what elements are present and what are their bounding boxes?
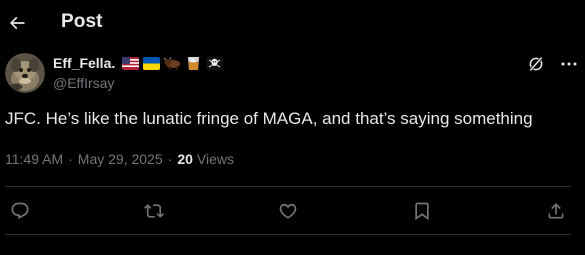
- divider-bottom: [5, 234, 571, 235]
- more-dots-icon: [561, 62, 577, 66]
- reply-button[interactable]: [5, 196, 35, 226]
- repost-button[interactable]: [139, 196, 169, 226]
- share-button[interactable]: [541, 196, 571, 226]
- bookmark-icon: [415, 202, 429, 221]
- meta-separator-2: ·: [167, 151, 173, 167]
- dog-avatar-icon: [5, 53, 45, 93]
- post-text: JFC. He’s like the lunatic fringe of MAG…: [5, 109, 533, 128]
- more-options-button[interactable]: [557, 52, 581, 76]
- bookmark-button[interactable]: [407, 196, 437, 226]
- bison-icon: [164, 57, 181, 70]
- author-handle[interactable]: @EffIrsay: [53, 75, 114, 91]
- avatar[interactable]: [5, 53, 45, 93]
- arrow-left-icon: [9, 16, 25, 30]
- display-name[interactable]: Eff_Fella.: [53, 55, 115, 71]
- meta-separator: ·: [68, 151, 73, 167]
- post-page: Post Eff_Fella. @EffIrsay JFC. He’s like…: [0, 0, 585, 255]
- skull-crossbones-icon: [206, 56, 224, 70]
- share-icon: [548, 203, 564, 219]
- post-time[interactable]: 11:49 AM: [5, 151, 63, 167]
- post-meta: 11:49 AM · May 29, 2025 · 20 Views: [5, 150, 234, 168]
- grok-button[interactable]: [524, 52, 548, 76]
- like-icon: [279, 203, 297, 219]
- page-title: Post: [61, 11, 103, 32]
- like-button[interactable]: [273, 196, 303, 226]
- grok-icon: [528, 56, 544, 72]
- header: Post: [0, 0, 585, 46]
- flag-ukraine-icon: [143, 56, 161, 70]
- flag-us-icon: [122, 56, 140, 70]
- back-button[interactable]: [2, 6, 32, 40]
- reply-icon: [11, 202, 29, 220]
- views-count: 20: [177, 151, 193, 167]
- views-label: Views: [196, 151, 234, 167]
- action-bar: [0, 196, 585, 226]
- author-name-row: Eff_Fella.: [53, 54, 224, 72]
- divider-top: [5, 186, 571, 187]
- post-date[interactable]: May 29, 2025: [78, 151, 163, 167]
- repost-icon: [144, 204, 164, 218]
- whiskey-glass-icon: [185, 56, 202, 70]
